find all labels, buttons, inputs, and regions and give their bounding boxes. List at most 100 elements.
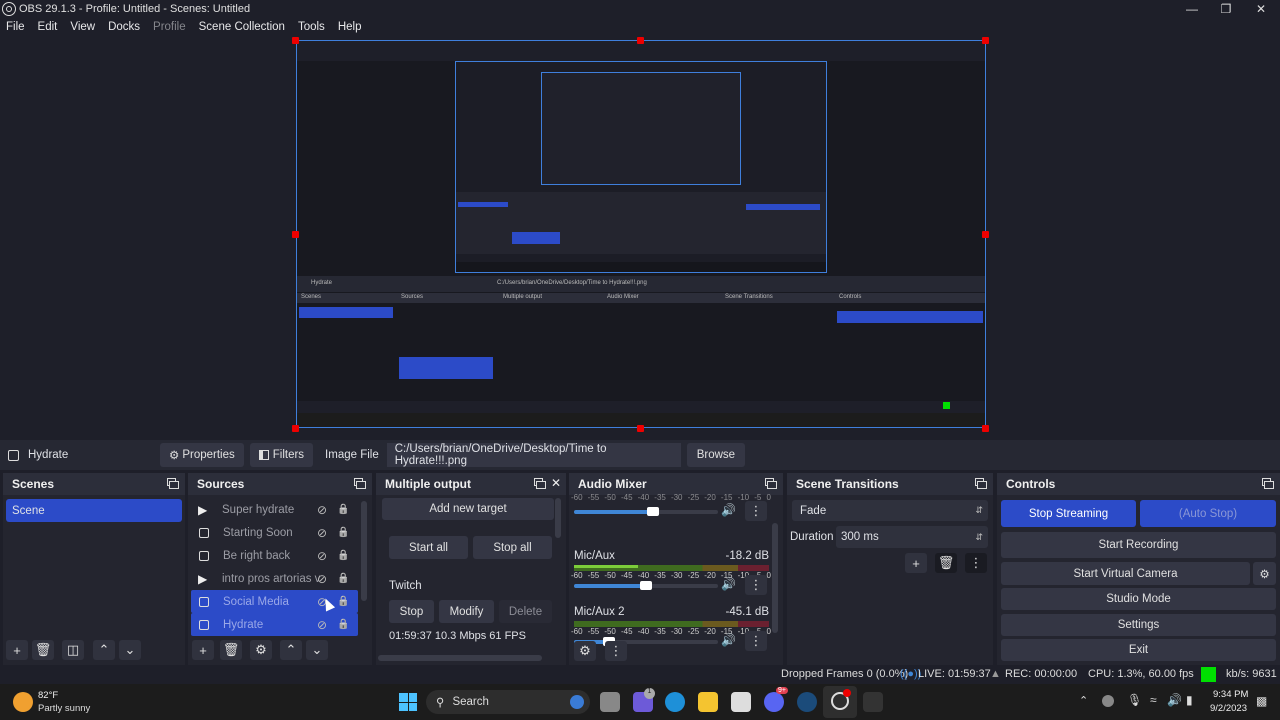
weather-desc[interactable]: Partly sunny [38,703,90,714]
task-view-icon[interactable] [600,692,620,712]
studio-mode-button[interactable]: Studio Mode [1001,588,1276,610]
file-explorer-icon[interactable] [698,692,718,712]
start-button[interactable] [399,693,417,711]
clock-time[interactable]: 9:34 PM [1213,689,1248,700]
lock-toggle-icon[interactable]: 🔒 [337,504,349,515]
mixer-scrollbar[interactable] [772,523,778,633]
move-scene-up-button[interactable]: ⌃ [93,640,115,660]
notifications-icon[interactable]: ▩ [1256,694,1267,708]
resize-handle-r[interactable] [982,231,989,238]
visibility-toggle-icon[interactable]: ⊘ [317,503,327,517]
source-item[interactable]: ▶ Super hydrate ⊘ 🔒 [191,498,358,521]
move-scene-down-button[interactable]: ⌄ [119,640,141,660]
sources-scrollbar[interactable] [361,501,367,601]
close-dock-icon[interactable]: ✕ [551,476,561,490]
spin-arrows-icon[interactable]: ⇵ [975,532,983,543]
discord-icon[interactable] [764,692,784,712]
resize-handle-t[interactable] [637,37,644,44]
volume-slider[interactable] [574,581,718,590]
mixer-menu-icon[interactable]: ⋮ [605,641,627,661]
visibility-toggle-icon[interactable]: ⊘ [317,549,327,563]
lock-toggle-icon[interactable]: 🔒 [337,596,349,607]
visibility-toggle-icon[interactable]: ⊘ [317,526,327,540]
undock-icon[interactable] [1262,478,1274,489]
filters-button[interactable]: Filters [249,443,314,467]
move-source-down-button[interactable]: ⌄ [306,640,328,660]
taskbar-search[interactable]: ⚲ Search [426,690,590,714]
mute-speaker-icon[interactable]: 🔊 [721,577,736,591]
menu-docks[interactable]: Docks [108,21,140,33]
source-item[interactable]: Hydrate ⊘ 🔒 [191,613,358,636]
move-source-up-button[interactable]: ⌃ [280,640,302,660]
menu-scene-collection[interactable]: Scene Collection [199,21,285,33]
menu-edit[interactable]: Edit [38,21,58,33]
menu-file[interactable]: File [6,21,25,33]
source-item[interactable]: Be right back ⊘ 🔒 [191,544,358,567]
stop-streaming-button[interactable]: Stop Streaming [1001,500,1136,527]
channel-menu-icon[interactable]: ⋮ [745,575,767,595]
game-app-icon[interactable] [863,692,883,712]
lock-toggle-icon[interactable]: 🔒 [337,527,349,538]
volume-icon[interactable]: 🔊 [1167,693,1182,707]
transition-select[interactable]: Fade ⇵ [792,500,988,521]
visibility-toggle-icon[interactable]: ⊘ [317,618,327,632]
resize-handle-tl[interactable] [292,37,299,44]
vertical-scrollbar[interactable] [555,498,561,538]
add-scene-button[interactable]: + [6,640,28,660]
minimize-button[interactable]: — [1175,0,1209,18]
auto-stop-button[interactable]: (Auto Stop) [1140,500,1276,527]
undock-icon[interactable] [354,478,366,489]
remove-transition-button[interactable]: 🗑 [935,553,957,573]
target-modify-button[interactable]: Modify [439,600,494,623]
clock-date[interactable]: 9/2/2023 [1210,703,1247,714]
target-stop-button[interactable]: Stop [389,600,434,623]
remove-source-button[interactable]: 🗑 [220,640,242,660]
duration-spinbox[interactable]: 300 ms ⇵ [836,526,988,548]
show-hidden-icons[interactable]: ⌃ [1079,694,1088,707]
menu-tools[interactable]: Tools [298,21,325,33]
store-icon[interactable] [731,692,751,712]
add-new-target-button[interactable]: Add new target [382,498,554,520]
preview-canvas[interactable]: Hydrate C:/Users/brian/OneDrive/Desktop/… [296,40,986,428]
visibility-toggle-icon[interactable]: ⊘ [317,572,327,586]
lock-toggle-icon[interactable]: 🔒 [337,619,349,630]
exit-button[interactable]: Exit [1001,639,1276,661]
target-delete-button[interactable]: Delete [499,600,552,623]
resize-handle-l[interactable] [292,231,299,238]
source-item[interactable]: Starting Soon ⊘ 🔒 [191,521,358,544]
settings-button[interactable]: Settings [1001,614,1276,636]
properties-button[interactable]: ⚙ Properties [160,443,244,467]
menu-view[interactable]: View [70,21,95,33]
image-file-path-field[interactable]: C:/Users/brian/OneDrive/Desktop/Time to … [386,443,681,467]
resize-handle-br[interactable] [982,425,989,432]
stop-all-button[interactable]: Stop all [473,536,552,559]
onedrive-error-icon[interactable] [1102,695,1114,707]
edge-icon[interactable] [665,692,685,712]
virtual-camera-settings-icon[interactable]: ⚙ [1253,562,1276,585]
browse-button[interactable]: Browse [686,443,746,467]
undock-icon[interactable] [534,478,546,489]
mute-speaker-icon[interactable]: 🔊 [721,503,736,517]
close-button[interactable]: ✕ [1244,0,1278,18]
undock-icon[interactable] [167,478,179,489]
start-virtual-camera-button[interactable]: Start Virtual Camera [1001,562,1250,585]
horizontal-scrollbar[interactable] [378,655,542,661]
start-recording-button[interactable]: Start Recording [1001,532,1276,558]
source-item[interactable]: ▶ intro pros artorias ver ⊘ 🔒 [191,567,358,590]
channel-menu-icon[interactable]: ⋮ [745,501,767,521]
lock-toggle-icon[interactable]: 🔒 [337,573,349,584]
scene-item[interactable]: Scene [6,499,182,522]
remove-scene-button[interactable]: 🗑 [32,640,54,660]
steam-icon[interactable] [797,692,817,712]
advanced-audio-properties-icon[interactable]: ⚙ [574,641,596,661]
start-all-button[interactable]: Start all [389,536,468,559]
resize-handle-tr[interactable] [982,37,989,44]
add-transition-button[interactable]: + [905,553,927,573]
undock-icon[interactable] [765,478,777,489]
mute-speaker-icon[interactable]: 🔊 [721,633,736,647]
weather-temp[interactable]: 82°F [38,690,58,701]
bing-icon[interactable] [570,695,584,709]
volume-slider[interactable] [574,507,718,516]
battery-icon[interactable]: ▮ [1186,693,1193,707]
source-item[interactable]: Social Media ⊘ 🔒 [191,590,358,613]
